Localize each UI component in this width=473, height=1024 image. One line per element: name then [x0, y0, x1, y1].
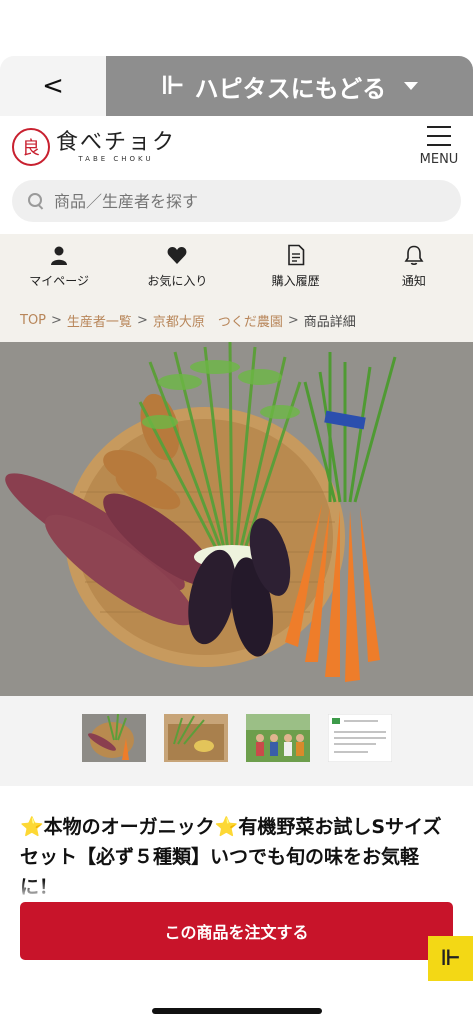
menu-button[interactable]: MENU	[417, 124, 461, 167]
heart-icon	[167, 246, 187, 264]
return-to-hapitas-button[interactable]: ⊩ ハピタスにもどる	[106, 56, 473, 116]
logo-mark-icon: 良	[12, 128, 50, 166]
breadcrumb-separator: >	[51, 312, 62, 328]
thumbnail-box[interactable]	[164, 714, 228, 762]
chevron-left-icon: <	[42, 71, 64, 101]
logo-text: 食べチョク	[56, 130, 177, 155]
breadcrumb-separator: >	[287, 312, 299, 328]
image-thumbnails	[0, 696, 473, 786]
order-button[interactable]: この商品を注文する	[20, 902, 453, 960]
receipt-icon	[287, 244, 304, 265]
tabechoku-logo[interactable]: 良 食べチョク TABE CHOKU	[12, 128, 176, 166]
thumbnail-farmers[interactable]	[246, 714, 310, 762]
search-input[interactable]	[54, 191, 434, 211]
menu-label: MENU	[419, 152, 459, 167]
person-icon	[51, 246, 68, 265]
nav-item-label: 通知	[401, 273, 426, 288]
search-bar[interactable]	[12, 180, 461, 222]
bell-icon	[404, 245, 424, 265]
user-nav: マイページ お気に入り 購入履歴 通知	[0, 234, 473, 298]
search-icon	[28, 193, 44, 209]
thumbnail-certificate[interactable]	[328, 714, 392, 762]
hamburger-icon	[427, 126, 451, 146]
bottom-fade	[0, 880, 473, 902]
star-icon: ⭐	[20, 816, 44, 838]
breadcrumb-separator: >	[136, 312, 148, 328]
nav-item-label: 購入履歴	[271, 273, 320, 288]
product-main-image[interactable]	[0, 342, 473, 696]
hapitas-float-button[interactable]: ⊩	[428, 936, 473, 981]
product-title-part1: 本物のオーガニック	[43, 816, 215, 838]
hapitas-logo-icon: ⊩	[160, 71, 185, 101]
star-icon: ⭐	[214, 816, 239, 838]
home-indicator	[152, 1008, 322, 1014]
page: < ⊩ ハピタスにもどる 良 食べチョク TABE CHOKU MENU 商品／…	[0, 0, 473, 1024]
back-button[interactable]: <	[0, 56, 106, 116]
order-button-label: この商品を注文する	[164, 923, 309, 942]
breadcrumb: TOP > 生産者一覧 > 京都大原 つくだ農園 > 商品詳細	[0, 298, 473, 342]
hapitas-topbar: < ⊩ ハピタスにもどる	[0, 56, 473, 116]
logo-subtext: TABE CHOKU	[78, 155, 154, 163]
site-header: 良 食べチョク TABE CHOKU MENU	[0, 116, 473, 178]
nav-item-label: マイページ	[29, 273, 89, 288]
nav-item-history[interactable]: 購入履歴	[237, 234, 355, 298]
thumbnail-vegetables[interactable]	[82, 714, 146, 762]
return-to-hapitas-label: ハピタスにもどる	[194, 74, 387, 103]
breadcrumb-link-top[interactable]: TOP	[20, 313, 46, 328]
breadcrumb-link-producers[interactable]: 生産者一覧	[67, 311, 132, 330]
caret-down-icon	[404, 82, 419, 90]
nav-item-label: お気に入り	[147, 273, 208, 288]
breadcrumb-current: 商品詳細	[303, 314, 356, 330]
nav-item-mypage[interactable]: マイページ	[0, 234, 118, 298]
breadcrumb-link-farm[interactable]: 京都大原 つくだ農園	[153, 311, 283, 330]
nav-item-notifications[interactable]: 通知	[355, 234, 473, 298]
nav-item-favorites[interactable]: お気に入り	[118, 234, 236, 298]
hapitas-logo-icon: ⊩	[440, 946, 461, 971]
